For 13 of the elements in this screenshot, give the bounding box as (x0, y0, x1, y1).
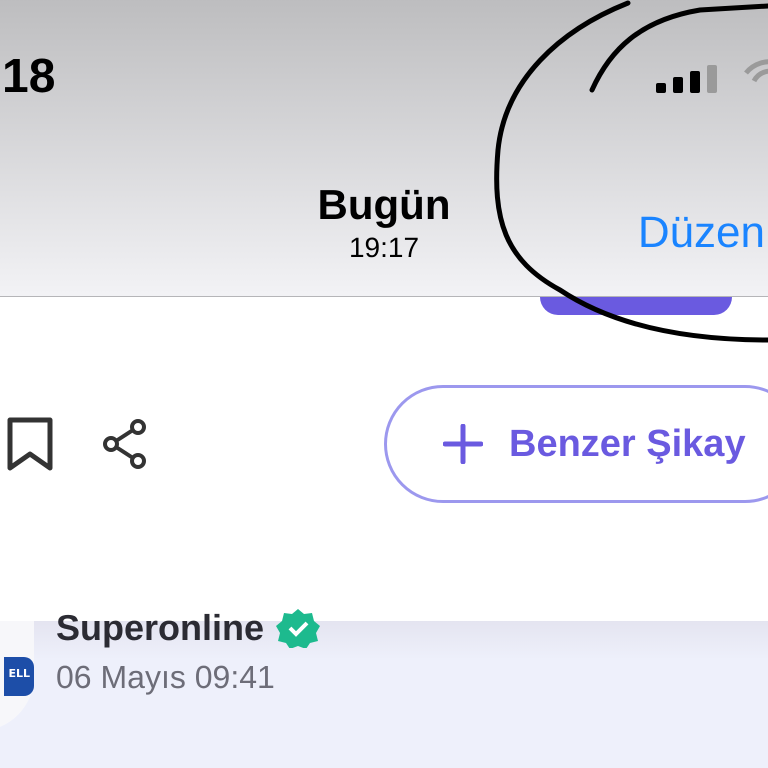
nav-title: Bugün (318, 184, 450, 226)
logo-text: ELL (4, 656, 34, 696)
edit-link[interactable]: Düzen (638, 208, 765, 258)
nav-subtitle: 19:17 (348, 232, 420, 264)
plus-icon (443, 424, 483, 464)
similar-complaint-button[interactable]: Benzer Şikay (384, 385, 768, 503)
action-button[interactable] (540, 297, 732, 315)
share-icon[interactable] (102, 418, 148, 470)
bookmark-icon[interactable] (6, 416, 54, 472)
status-time: 18 (2, 48, 56, 104)
company-name[interactable]: Superonline (56, 607, 264, 649)
post-date: 06 Mayıs 09:41 (56, 659, 276, 696)
signal-icon (656, 65, 718, 93)
